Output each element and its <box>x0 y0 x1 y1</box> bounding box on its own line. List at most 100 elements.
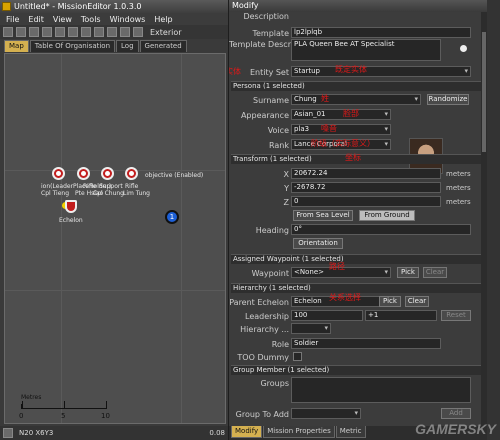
unit-marker-3[interactable] <box>101 167 114 180</box>
group-to-add-label: Group To Add <box>235 410 289 419</box>
menu-file[interactable]: File <box>6 15 19 24</box>
unit-marker-1[interactable] <box>52 167 65 180</box>
groups-label: Groups <box>260 379 289 388</box>
scale-label-0: 0 <box>19 412 24 420</box>
tab-log[interactable]: Log <box>116 40 139 52</box>
parent-clear-button[interactable]: Clear <box>405 296 429 307</box>
save-icon[interactable] <box>29 27 39 37</box>
toolbar: Exterior <box>0 25 229 39</box>
echelon-marker[interactable] <box>65 200 77 213</box>
annotation-parent: 关系选择 <box>329 293 361 302</box>
scale-label-5: 5 <box>61 412 66 420</box>
scale-tick <box>64 401 65 409</box>
modify-panel: Modify Description Template lp2lplqb Tem… <box>228 0 487 440</box>
groups-list[interactable] <box>291 377 471 403</box>
redo-icon[interactable] <box>94 27 104 37</box>
waypoint-pick-button[interactable]: Pick <box>397 267 419 278</box>
objective-label: objective (Enabled) <box>145 172 204 179</box>
menu-view[interactable]: View <box>53 15 72 24</box>
randomize-button[interactable]: Randomize <box>427 94 469 105</box>
waypoint-clear-button[interactable]: Clear <box>423 267 447 278</box>
heading-field[interactable]: 0° <box>291 224 471 235</box>
tab-table-of-organisation[interactable]: Table Of Organisation <box>29 40 116 52</box>
map-gridline <box>61 54 62 423</box>
z-field[interactable]: 0 <box>291 196 441 207</box>
undo-icon[interactable] <box>81 27 91 37</box>
menu-help[interactable]: Help <box>154 15 172 24</box>
voice-dropdown[interactable]: pla3 <box>291 124 391 135</box>
group-add-button[interactable]: Add <box>441 408 471 419</box>
rotate-icon[interactable] <box>133 27 143 37</box>
group-to-add-dropdown[interactable] <box>291 408 361 419</box>
entity-set-dropdown[interactable]: Startup <box>291 66 471 77</box>
hierarchy-label: Hierarchy ... <box>240 325 289 334</box>
map-view[interactable]: ion(LeaderPlaceHolder) Cpl Tieng Rifle P… <box>4 53 226 424</box>
scale-tick <box>22 401 23 409</box>
leadership-field[interactable]: 100 <box>291 310 363 321</box>
waypoint-label: Waypoint <box>251 269 289 278</box>
paste-icon[interactable] <box>68 27 78 37</box>
annotation-entity-set: 实体 <box>229 67 241 76</box>
unit-label-2: Rifle <box>83 183 97 190</box>
status-icon <box>3 428 13 438</box>
x-field[interactable]: 20672.24 <box>291 168 441 179</box>
tab-modify[interactable]: Modify <box>231 426 263 438</box>
x-units: meters <box>446 170 471 178</box>
status-coords: N20 X6Y3 <box>19 429 54 437</box>
heading-label: Heading <box>255 226 289 235</box>
objective-marker[interactable]: 1 <box>165 210 179 224</box>
hierarchy-dropdown[interactable] <box>291 323 331 334</box>
exterior-label[interactable]: Exterior <box>150 28 182 37</box>
surname-dropdown[interactable]: Chung <box>291 94 421 105</box>
parent-echelon-label: Parent Echelon <box>229 298 289 307</box>
group-member-header[interactable]: Group Member (1 selected) <box>231 365 481 375</box>
menu-windows[interactable]: Windows <box>110 15 146 24</box>
surname-label: Surname <box>253 96 289 105</box>
parent-pick-button[interactable]: Pick <box>379 296 401 307</box>
radio-icon[interactable] <box>460 45 467 52</box>
scrollbar-thumb[interactable] <box>482 32 486 152</box>
appearance-dropdown[interactable]: Asian_01 <box>291 109 391 120</box>
menu-edit[interactable]: Edit <box>28 15 44 24</box>
editor-titlebar: Untitled* - MissionEditor 1.0.3.0 <box>0 0 229 13</box>
from-sea-level-button[interactable]: From Sea Level <box>293 210 353 221</box>
unit-marker-2[interactable] <box>77 167 90 180</box>
open-icon[interactable] <box>16 27 26 37</box>
leadership-reset-button[interactable]: Reset <box>441 310 471 321</box>
copy-icon[interactable] <box>55 27 65 37</box>
tab-map[interactable]: Map <box>4 40 29 52</box>
y-label: Y <box>284 184 289 193</box>
tab-mission-properties[interactable]: Mission Properties <box>263 426 335 438</box>
move-icon[interactable] <box>120 27 130 37</box>
z-label: Z <box>283 198 289 207</box>
role-field[interactable]: Soldier <box>291 338 441 349</box>
too-dummy-checkbox[interactable] <box>293 352 302 361</box>
new-icon[interactable] <box>3 27 13 37</box>
role-label: Role <box>271 340 289 349</box>
echelon-label: Echelon <box>59 217 83 224</box>
template-description-label: Template Description <box>229 40 314 49</box>
waypoint-header[interactable]: Assigned Waypoint (1 selected) <box>231 254 481 264</box>
unit-sublabel-4: Lim Tung <box>123 190 150 197</box>
cut-icon[interactable] <box>42 27 52 37</box>
persona-header[interactable]: Persona (1 selected) <box>231 81 481 91</box>
template-field[interactable]: lp2lplqb <box>291 27 471 38</box>
unit-label-4: Rifle <box>125 183 139 190</box>
unit-sublabel-1: Cpl Tieng <box>41 190 70 197</box>
from-ground-button[interactable]: From Ground <box>359 210 415 221</box>
leadership-delta-field[interactable]: +1 <box>365 310 437 321</box>
watermark: GAMERSKY <box>415 421 496 437</box>
tab-generated[interactable]: Generated <box>139 40 187 52</box>
template-description-field[interactable]: PLA Queen Bee AT Specialist <box>291 39 441 61</box>
unit-label-3: Support <box>99 183 123 190</box>
status-zoom: 0.08 <box>209 429 225 437</box>
description-label: Description <box>243 12 289 21</box>
menu-tools[interactable]: Tools <box>81 15 101 24</box>
y-field[interactable]: -2678.72 <box>291 182 441 193</box>
tab-metric[interactable]: Metric <box>335 426 366 438</box>
map-gridline <box>181 54 182 423</box>
orientation-button[interactable]: Orientation <box>293 238 343 249</box>
unit-marker-4[interactable] <box>125 167 138 180</box>
select-icon[interactable] <box>107 27 117 37</box>
appearance-label: Appearance <box>240 111 289 120</box>
